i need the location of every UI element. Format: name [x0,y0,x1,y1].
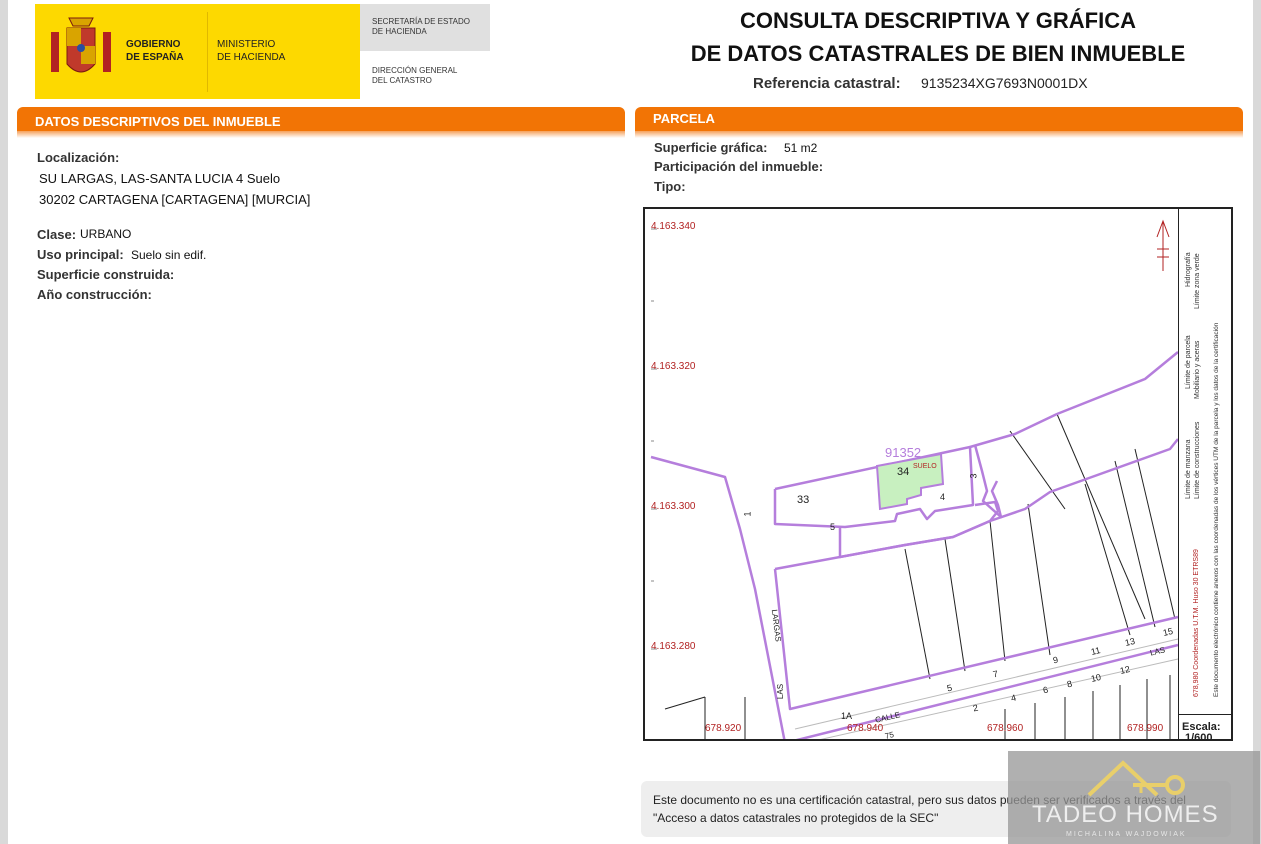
x-coord-2: 678.940 [847,723,884,734]
y-coord-2: 4.163.320 [651,361,696,372]
parcel-number: 34 [897,466,910,478]
legend-mobiliario: Mobiliario y aceras [1194,340,1201,399]
street-label: LAS [776,683,786,700]
legend-parcela: Límite de parcela [1185,335,1192,389]
address-line1: SU LARGAS, LAS-SANTA LUCIA 4 Suelo [39,171,281,186]
legend-hidrografia: Hidrografía [1185,252,1192,287]
parcel-ref: 91352 [885,445,922,460]
x-coord-4: 678.990 [1127,723,1164,734]
section-title: DATOS DESCRIPTIVOS DEL INMUEBLE [35,114,281,129]
legend-scale-divider [1178,714,1231,715]
secretaria-name: SECRETARÍA DE ESTADO DE HACIENDA [372,17,470,36]
superficie-construida-label: Superficie construida: [37,267,175,282]
clase-label: Clase: [37,227,77,242]
uso-label: Uso principal: [37,247,124,262]
y-coord-3: 4.163.300 [651,501,696,512]
page-title: CONSULTA DESCRIPTIVA Y GRÁFICA DE DATOS … [690,8,1186,66]
legend-zona-verde: Límite zona verde [1194,253,1201,309]
logo-divider [207,12,208,92]
parcel-number: 3 [968,473,979,479]
section-header-descriptivos: DATOS DESCRIPTIVOS DEL INMUEBLE [17,107,625,138]
x-coord-1: 678.920 [705,723,742,734]
watermark: TADEO HOMES MICHALINA WAJDOWIAK [1008,751,1260,844]
section-header-parcela: PARCELA [635,107,1243,138]
ref-value: 9135234XG7693N0001DX [921,75,1088,91]
localizacion-label: Localización: [37,150,120,165]
secretaria-box: SECRETARÍA DE ESTADO DE HACIENDA [360,4,490,51]
superficie-grafica-value: 51 m2 [784,141,818,155]
superficie-grafica-label: Superficie gráfica: [654,140,768,155]
section-title: PARCELA [653,111,715,126]
legend-coords-note: 678,980 Coordenadas U.T.M. Huso 30 ETRS8… [1193,549,1200,697]
map-drawing [650,219,1179,739]
street-label: 75 [884,730,895,741]
watermark-sub: MICHALINA WAJDOWIAK [1066,831,1187,838]
parcel-number: 1 [742,511,753,517]
cadastral-map: 4.163.340 4.163.320 4.163.300 4.163.280 … [643,207,1233,741]
document-page: GOBIERNO DE ESPAÑA MINISTERIO DE HACIEND… [8,0,1260,844]
anio-construccion-label: Año construcción: [37,287,152,302]
y-coord-1: 4.163.340 [651,221,696,232]
participacion-label: Participación del inmueble: [654,159,824,174]
parcel-number: 33 [797,494,810,506]
legend-electronic-note: Este documento electrónico contiene anex… [1213,322,1220,697]
parcel-number: 1A [841,711,853,721]
clase-value: URBANO [80,227,132,241]
tipo-label: Tipo: [654,179,686,194]
government-name: GOBIERNO DE ESPAÑA [126,39,184,63]
ref-label: Referencia catastral: [753,75,901,92]
house-key-icon [1087,760,1185,797]
parcel-number: 4 [940,492,946,502]
uso-value: Suelo sin edif. [131,248,207,262]
legend-construcciones: Límite de construcciones [1194,421,1201,499]
government-logo: GOBIERNO DE ESPAÑA MINISTERIO DE HACIEND… [35,4,360,99]
x-coord-3: 678.960 [987,723,1024,734]
y-coord-4: 4.163.280 [651,641,696,652]
parcel-number: 5 [830,522,836,532]
ministry-name: MINISTERIO DE HACIENDA [217,39,286,63]
coat-of-arms-icon [51,17,111,73]
scale-value: 1/600 [1185,732,1213,741]
parcel-number: 11 [1089,645,1102,657]
legend-divider [1178,209,1179,739]
legend-manzana: Límite de manzana [1185,439,1192,499]
direccion-name: DIRECCIÓN GENERAL DEL CATASTRO [372,66,458,85]
suelo-label: SUELO [913,463,937,470]
north-arrow-icon [1156,219,1170,271]
watermark-name: TADEO HOMES [1032,801,1219,828]
address-line2: 30202 CARTAGENA [CARTAGENA] [MURCIA] [39,192,311,207]
